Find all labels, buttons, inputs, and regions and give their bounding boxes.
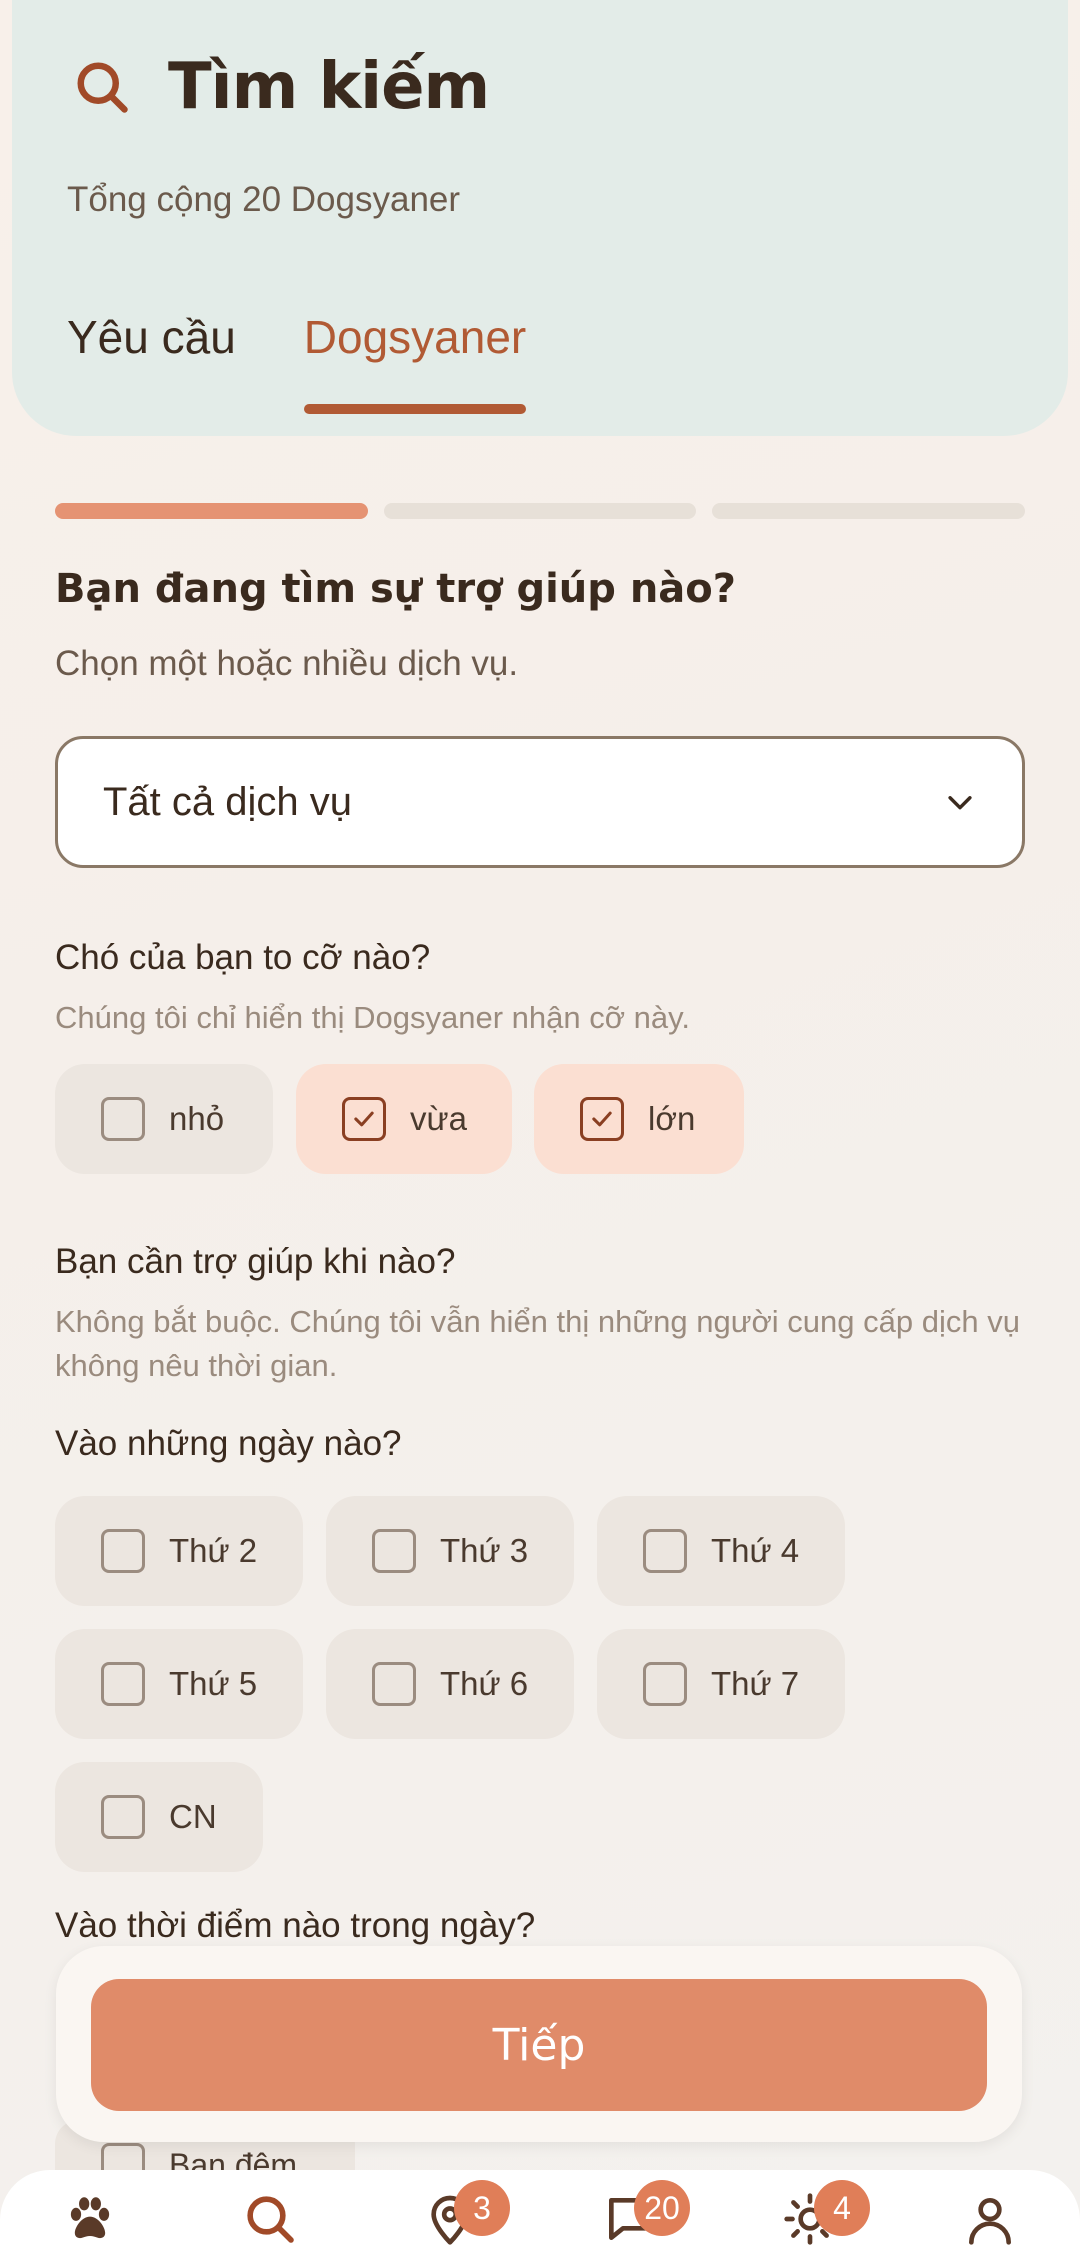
header-panel: Tìm kiếm Tổng cộng 20 Dogsyaner Yêu cầu … [12,0,1068,436]
tab-requests[interactable]: Yêu cầu [67,310,236,414]
checkbox [101,1097,145,1141]
cta-container: Tiếp [56,1946,1022,2142]
chevron-down-icon [948,796,972,810]
nav-item-map[interactable]: 3 [390,2170,510,2268]
messages-badge: 20 [634,2180,690,2236]
activity-badge: 4 [814,2180,870,2236]
checkbox [101,1795,145,1839]
day-option-fri[interactable]: Thứ 6 [326,1629,574,1739]
map-badge: 3 [454,2180,510,2236]
tab-bar: Yêu cầu Dogsyaner [67,310,594,414]
checkbox [372,1529,416,1573]
tab-dogsyaner[interactable]: Dogsyaner [303,310,527,414]
step-progress [55,503,1026,519]
day-option-sun[interactable]: CN [55,1762,263,1872]
size-option-small[interactable]: nhỏ [55,1064,273,1174]
when-hint: Không bắt buộc. Chúng tôi vẫn hiển thị n… [55,1304,1020,1383]
day-option-mon[interactable]: Thứ 2 [55,1496,303,1606]
size-option-label: nhỏ [169,1100,225,1137]
search-icon [247,2196,294,2243]
time-question: Vào thời điểm nào trong ngày? [55,1906,536,1945]
nav-item-profile[interactable] [930,2170,1050,2268]
day-option-label: CN [169,1798,217,1835]
service-select[interactable]: Tất cả dịch vụ [55,736,1025,868]
search-icon [77,62,128,113]
nav-item-activity[interactable]: 4 [750,2170,870,2268]
result-count: Tổng cộng 20 Dogsyaner [67,180,461,219]
size-question: Chó của bạn to cỡ nào? [55,938,431,977]
day-option-wed[interactable]: Thứ 4 [597,1496,845,1606]
page-title: Tìm kiếm [168,50,490,124]
next-button[interactable]: Tiếp [91,1979,987,2111]
paw-icon [70,2197,110,2239]
checkbox [342,1097,386,1141]
day-option-label: Thứ 7 [711,1665,800,1702]
day-option-label: Thứ 2 [169,1532,258,1569]
checkbox [101,1662,145,1706]
nav-item-home[interactable] [30,2170,150,2268]
checkbox [580,1097,624,1141]
title-row: Tìm kiếm [72,50,490,124]
day-option-label: Thứ 6 [440,1665,529,1702]
checkbox [101,1529,145,1573]
progress-step-3 [712,503,1026,519]
service-question: Bạn đang tìm sự trợ giúp nào? [55,566,736,612]
size-option-label: vừa [410,1100,467,1137]
user-icon [969,2198,1011,2245]
day-option-sat[interactable]: Thứ 7 [597,1629,845,1739]
checkbox [372,1662,416,1706]
check-icon [354,1111,374,1127]
days-question: Vào những ngày nào? [55,1424,402,1463]
when-question: Bạn cần trợ giúp khi nào? [55,1242,456,1281]
day-option-label: Thứ 3 [440,1532,529,1569]
size-option-label: lớn [648,1100,696,1137]
check-icon [592,1111,612,1127]
day-option-label: Thứ 4 [711,1532,800,1569]
day-option-thu[interactable]: Thứ 5 [55,1629,303,1739]
progress-step-2 [383,503,697,519]
bottom-nav: 3 20 4 [0,2170,1080,2268]
day-option-tue[interactable]: Thứ 3 [326,1496,574,1606]
day-option-label: Thứ 5 [169,1665,258,1702]
size-option-large[interactable]: lớn [534,1064,744,1174]
checkbox [643,1529,687,1573]
checkbox [643,1662,687,1706]
size-hint: Chúng tôi chỉ hiển thị Dogsyaner nhận cỡ… [55,1000,690,1035]
nav-item-messages[interactable]: 20 [570,2170,690,2268]
progress-step-1 [55,503,368,519]
size-option-medium[interactable]: vừa [296,1064,512,1174]
nav-item-search[interactable] [210,2170,330,2268]
service-hint: Chọn một hoặc nhiều dịch vụ. [55,644,519,683]
service-select-value: Tất cả dịch vụ [103,779,353,824]
